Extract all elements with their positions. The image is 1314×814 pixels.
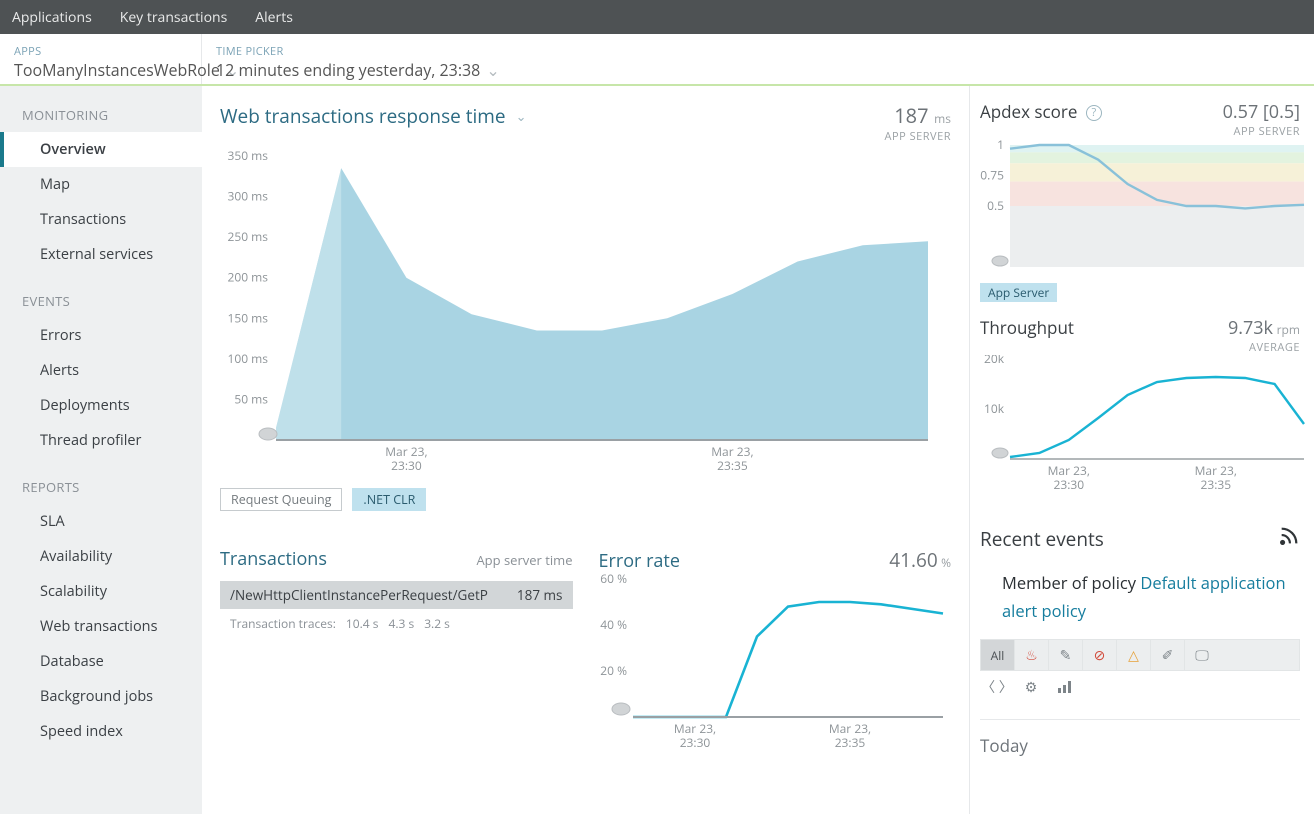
- right-column: Apdex score ? 0.57 [0.5] APP SERVER 0.50…: [970, 86, 1314, 814]
- transaction-traces: Transaction traces: 10.4 s 4.3 s 3.2 s: [220, 615, 573, 632]
- error-rate-title[interactable]: Error rate: [599, 549, 680, 573]
- policy-text: Member of policy Default application ale…: [1002, 569, 1300, 625]
- svg-text:350 ms: 350 ms: [227, 150, 268, 164]
- gear-icon[interactable]: ⚙: [1014, 673, 1048, 701]
- chevron-down-icon: ⌄: [486, 59, 499, 81]
- edit-icon[interactable]: ✐: [1151, 640, 1185, 670]
- error-rate-panel: Error rate 41.60 % 20 %40 %60 %Mar 23,23…: [599, 547, 952, 753]
- svg-text:23:35: 23:35: [1200, 476, 1231, 493]
- trace-link[interactable]: 3.2 s: [424, 615, 450, 632]
- svg-text:100 ms: 100 ms: [227, 350, 268, 367]
- cancel-icon[interactable]: ⊘: [1083, 640, 1117, 670]
- error-rate-chart[interactable]: 20 %40 %60 %Mar 23,23:30Mar 23,23:35: [599, 573, 952, 753]
- apdex-chart[interactable]: 0.5 0.75 1: [980, 139, 1300, 279]
- app-picker-label: APPS: [14, 44, 187, 59]
- svg-text:300 ms: 300 ms: [227, 188, 268, 205]
- sidebar-item-availability[interactable]: Availability: [0, 539, 202, 574]
- event-filter-bar: All ♨ ✎ ⊘ △ ✐ 🖵: [980, 639, 1300, 671]
- sidebar-item-alerts[interactable]: Alerts: [0, 353, 202, 388]
- time-picker[interactable]: TIME PICKER 12 minutes ending yesterday,…: [202, 34, 1314, 84]
- sidebar-item-thread-profiler[interactable]: Thread profiler: [0, 423, 202, 458]
- topnav-key-transactions[interactable]: Key transactions: [120, 8, 228, 27]
- side-group-events: EVENTS: [0, 272, 202, 318]
- sidebar-item-overview[interactable]: Overview: [0, 132, 202, 167]
- response-time-legend: Request Queuing .NET CLR: [220, 488, 951, 511]
- svg-text:23:30: 23:30: [1053, 476, 1084, 493]
- bar-chart-icon[interactable]: [1048, 673, 1082, 701]
- subheader: APPS TooManyInstancesWebRole ⌄ TIME PICK…: [0, 34, 1314, 86]
- svg-text:60 %: 60 %: [600, 573, 627, 587]
- topnav-alerts[interactable]: Alerts: [255, 8, 293, 27]
- transactions-title[interactable]: Transactions: [220, 547, 327, 571]
- legend-request-queuing[interactable]: Request Queuing: [220, 488, 342, 511]
- main-content: Web transactions response time ⌄ 187 ms …: [202, 86, 970, 814]
- svg-text:20 %: 20 %: [600, 662, 627, 679]
- sidebar-item-map[interactable]: Map: [0, 167, 202, 202]
- svg-text:23:30: 23:30: [679, 734, 710, 751]
- apdex-title[interactable]: Apdex score ?: [980, 100, 1102, 123]
- sidebar-item-transactions[interactable]: Transactions: [0, 202, 202, 237]
- svg-text:23:35: 23:35: [717, 457, 748, 474]
- sidebar-item-scalability[interactable]: Scalability: [0, 574, 202, 609]
- svg-text:200 ms: 200 ms: [227, 269, 268, 286]
- warning-icon[interactable]: △: [1117, 640, 1151, 670]
- filter-all[interactable]: All: [981, 640, 1015, 670]
- app-picker[interactable]: APPS TooManyInstancesWebRole ⌄: [0, 34, 202, 84]
- svg-text:10k: 10k: [984, 400, 1005, 417]
- side-group-monitoring: MONITORING: [0, 86, 202, 132]
- svg-text:250 ms: 250 ms: [227, 228, 268, 245]
- side-group-reports: REPORTS: [0, 458, 202, 504]
- events-today: Today: [980, 719, 1300, 757]
- svg-text:23:30: 23:30: [391, 457, 422, 474]
- trace-link[interactable]: 4.3 s: [388, 615, 414, 632]
- response-time-metric: 187 ms APP SERVER: [885, 102, 951, 144]
- throughput-chart[interactable]: 10k20kMar 23,23:30Mar 23,23:35: [980, 355, 1300, 495]
- chevron-down-icon: ⌄: [516, 107, 527, 125]
- svg-text:0.75: 0.75: [980, 167, 1004, 184]
- sidebar-item-database[interactable]: Database: [0, 644, 202, 679]
- svg-text:1: 1: [997, 139, 1004, 153]
- svg-text:20k: 20k: [984, 355, 1005, 367]
- response-time-title[interactable]: Web transactions response time ⌄: [220, 103, 526, 129]
- svg-text:50 ms: 50 ms: [234, 390, 268, 407]
- svg-text:150 ms: 150 ms: [227, 309, 268, 326]
- help-icon[interactable]: ?: [1086, 105, 1102, 121]
- svg-text:40 %: 40 %: [600, 616, 627, 633]
- recent-events-title: Recent events: [980, 526, 1104, 552]
- response-time-chart[interactable]: 50 ms 100 ms 150 ms 200 ms 250 ms 300 ms 350 m…: [220, 150, 951, 480]
- rss-icon[interactable]: [1278, 525, 1300, 553]
- sidebar-item-external-services[interactable]: External services: [0, 237, 202, 272]
- code-icon[interactable]: 〈 〉: [980, 673, 1014, 701]
- eraser-icon[interactable]: ✎: [1049, 640, 1083, 670]
- transaction-row[interactable]: /NewHttpClientInstancePerRequest/GetP 18…: [220, 581, 573, 609]
- svg-text:23:35: 23:35: [834, 734, 865, 751]
- apdex-chip[interactable]: App Server: [980, 283, 1057, 302]
- transactions-sub: App server time: [476, 551, 572, 569]
- time-picker-value: 12 minutes ending yesterday, 23:38: [216, 59, 480, 81]
- monitor-icon[interactable]: 🖵: [1185, 640, 1219, 670]
- sidebar-item-errors[interactable]: Errors: [0, 318, 202, 353]
- topnav-applications[interactable]: Applications: [12, 8, 92, 27]
- top-nav: Applications Key transactions Alerts: [0, 0, 1314, 34]
- transactions-panel: Transactions App server time /NewHttpCli…: [220, 547, 573, 753]
- sidebar-item-speed-index[interactable]: Speed index: [0, 714, 202, 749]
- event-filter-bar-2: 〈 〉 ⚙: [980, 673, 1300, 701]
- svg-text:0.5: 0.5: [987, 197, 1004, 214]
- time-picker-label: TIME PICKER: [216, 44, 1300, 59]
- sidebar-item-deployments[interactable]: Deployments: [0, 388, 202, 423]
- sidebar-item-background-jobs[interactable]: Background jobs: [0, 679, 202, 714]
- throughput-title[interactable]: Throughput: [980, 316, 1074, 339]
- sidebar-item-sla[interactable]: SLA: [0, 504, 202, 539]
- flame-icon[interactable]: ♨: [1015, 640, 1049, 670]
- app-picker-value: TooManyInstancesWebRole: [14, 59, 220, 81]
- trace-link[interactable]: 10.4 s: [346, 615, 379, 632]
- sidebar-item-web-transactions[interactable]: Web transactions: [0, 609, 202, 644]
- legend-net-clr[interactable]: .NET CLR: [352, 488, 426, 511]
- sidebar: MONITORING Overview Map Transactions Ext…: [0, 86, 202, 814]
